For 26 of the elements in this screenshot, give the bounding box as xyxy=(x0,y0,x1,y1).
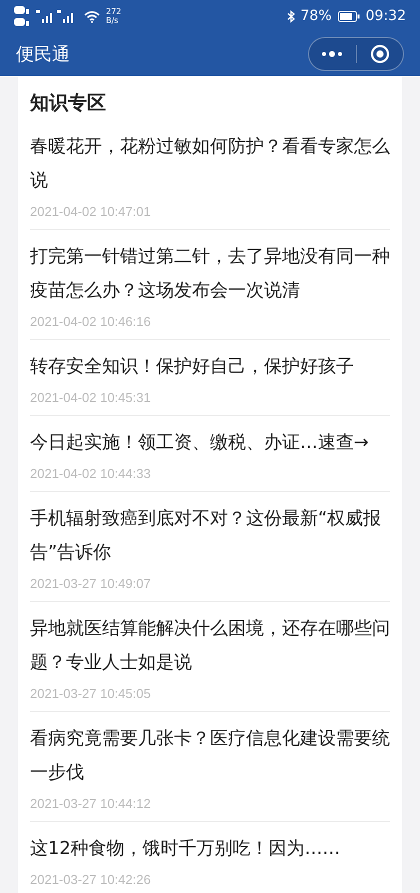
article-title[interactable]: 这12种食物，饿时千万别吃！因为…… xyxy=(30,832,390,866)
article-date: 2021-03-27 10:44:12 xyxy=(30,796,152,811)
article-title[interactable]: 看病究竟需要几张卡？医疗信息化建设需要统一步伐 xyxy=(30,722,390,790)
app-title: 便民通 xyxy=(16,43,71,66)
bluetooth-icon xyxy=(286,10,295,22)
section-title: 知识专区 xyxy=(30,91,107,116)
network-unit: B/s xyxy=(106,16,120,25)
wifi-icon xyxy=(84,10,100,22)
more-icon[interactable] xyxy=(321,50,344,58)
article-date: 2021-04-02 10:47:01 xyxy=(30,204,152,219)
article-title[interactable]: 手机辐射致癌到底对不对？这份最新“权威报告”告诉你 xyxy=(30,502,390,570)
clock: 09:32 xyxy=(366,8,406,24)
article-date: 2021-03-27 10:49:07 xyxy=(30,576,152,591)
article-date: 2021-03-27 10:45:05 xyxy=(30,686,152,701)
article-title[interactable]: 今日起实施！领工资、缴税、办证…速查→ xyxy=(30,426,390,460)
article-title[interactable]: 打完第一针错过第二针，去了异地没有同一种疫苗怎么办？这场发布会一次说清 xyxy=(30,240,390,308)
article-date: 2021-04-02 10:45:31 xyxy=(30,390,152,405)
article-date: 2021-04-02 10:44:33 xyxy=(30,466,152,481)
article-date: 2021-04-02 10:46:16 xyxy=(30,314,152,329)
battery-icon xyxy=(338,10,360,22)
network-speed: 272 xyxy=(106,7,122,16)
article-title[interactable]: 转存安全知识！保护好自己，保护好孩子 xyxy=(30,350,390,384)
article-title[interactable]: 春暖花开，花粉过敏如何防护？看看专家怎么说 xyxy=(30,130,390,198)
battery-percent: 78% xyxy=(300,8,332,24)
article-date: 2021-03-27 10:42:26 xyxy=(30,872,152,887)
article-title[interactable]: 异地就医结算能解决什么困境，还存在哪些问题？专业人士如是说 xyxy=(30,612,390,680)
